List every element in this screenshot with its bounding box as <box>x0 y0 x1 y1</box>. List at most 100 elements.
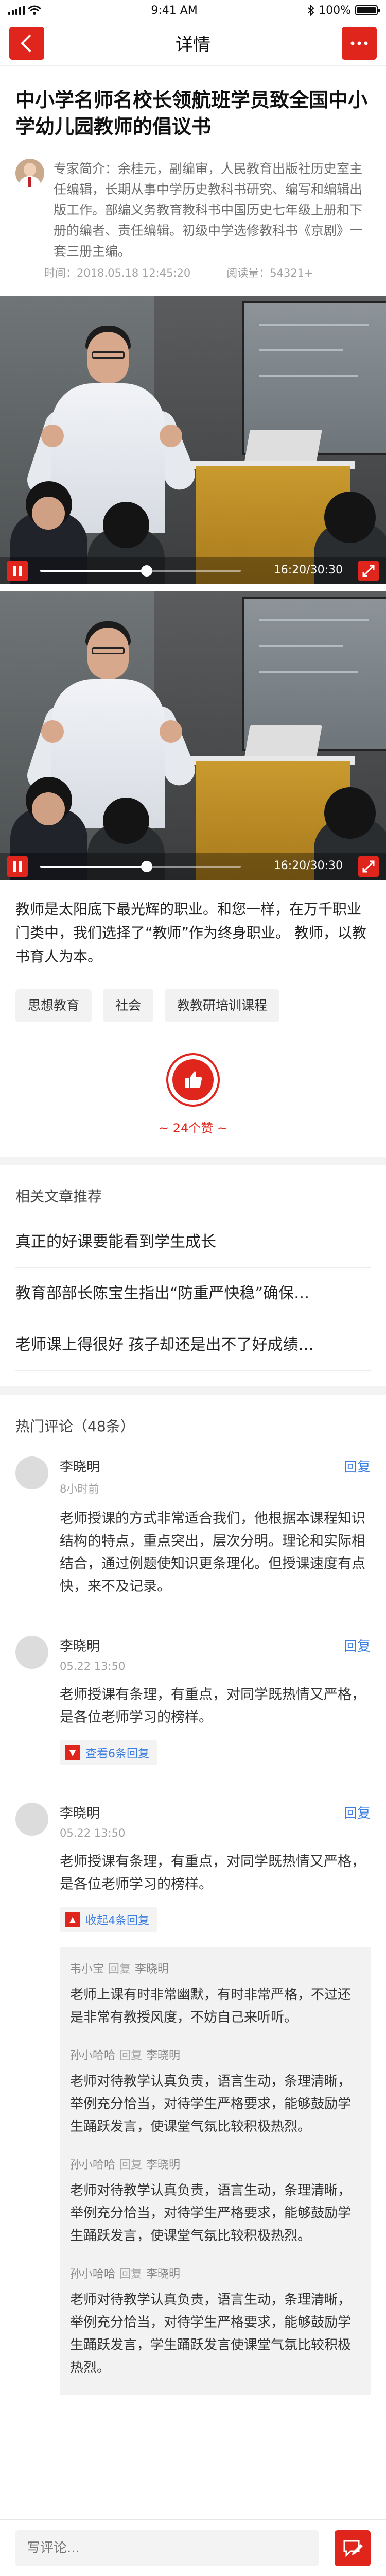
status-time: 9:41 AM <box>151 4 198 17</box>
reply-thread: 韦小宝 回复 李晓明 老师上课有时非常幽默，有时非常严格，不过还是非常有教授风度，不… <box>60 1947 371 2395</box>
article-title: 中小学名师名校长领航班学员致全国中小学幼儿园教师的倡议书 <box>15 89 368 138</box>
recommend-item[interactable]: 教育部部长陈宝生指出“防重严快稳”确保… <box>15 1268 371 1319</box>
fullscreen-button[interactable] <box>358 856 379 877</box>
reply-keyword: 回复 <box>119 2159 143 2172</box>
bluetooth-icon <box>308 5 314 16</box>
video-progress[interactable] <box>40 565 241 577</box>
nav-bar: 详情 <box>0 21 386 66</box>
comment-author: 李晓明 <box>60 1460 100 1475</box>
comment-item: 李晓明 05.22 13:50 回复 老师授课有条理，有重点，对同学既热情又严格… <box>0 1782 386 2411</box>
more-dots-icon <box>350 41 368 45</box>
avatar[interactable] <box>15 1803 48 1836</box>
page-title: 详情 <box>176 35 210 55</box>
like-section: ~ 24个赞 ~ <box>0 1053 386 1136</box>
video-player[interactable]: 16:20/30:30 <box>0 296 386 584</box>
read-count: 阅读量：54321+ <box>226 267 313 279</box>
reply-meta: 孙小哈哈 回复 李晓明 <box>70 2265 360 2281</box>
comment-input[interactable] <box>15 2530 319 2566</box>
reply-meta: 孙小哈哈 回复 李晓明 <box>70 2156 360 2172</box>
wifi-icon <box>28 5 41 15</box>
chevron-left-icon <box>21 34 31 53</box>
reply-item: 孙小哈哈 回复 李晓明 老师对待教学认真负责，语言生动，条理清晰，举例充分恰当，对待… <box>70 2156 360 2265</box>
expand-replies-label: 查看6条回复 <box>85 1748 149 1760</box>
comments-title: 热门评论（48条） <box>15 1418 135 1435</box>
reply-from[interactable]: 孙小哈哈 <box>70 2159 115 2172</box>
tag[interactable]: 思想教育 <box>15 989 92 1022</box>
reply-keyword: 回复 <box>108 1963 131 1976</box>
section-divider <box>0 1157 386 1165</box>
recommend-item[interactable]: 老师课上得很好 孩子却还是出不了好成绩… <box>15 1319 371 1371</box>
article-body: 教师是太阳底下最光辉的职业。和您一样，在万千职业门类中，我们选择了“教师”作为终… <box>15 901 366 965</box>
article-header: 中小学名师名校长领航班学员致全国中小学幼儿园教师的倡议书 专家简介：余桂元，副编… <box>0 87 386 280</box>
recommend-item[interactable]: 真正的好课要能看到学生成长 <box>15 1216 371 1268</box>
reply-item: 韦小宝 回复 李晓明 老师上课有时非常幽默，有时非常严格，不过还是非常有教授风度，不… <box>70 1960 360 2046</box>
reply-from[interactable]: 韦小宝 <box>70 1963 104 1976</box>
avatar[interactable] <box>15 1456 48 1489</box>
collapse-replies-label: 收起4条回复 <box>85 1914 149 1927</box>
comment-author: 李晓明 <box>60 1639 100 1654</box>
comment-bar <box>0 2519 386 2576</box>
reply-to[interactable]: 李晓明 <box>146 2268 180 2281</box>
pause-button[interactable] <box>7 561 28 581</box>
tag[interactable]: 教教研培训课程 <box>165 989 280 1022</box>
reply-text: 老师对待教学认真负责，语言生动，条理清晰，举例充分恰当，对待学生严格要求，能够鼓… <box>70 2183 352 2244</box>
signal-icon <box>8 6 25 15</box>
chevron-down-icon: ▼ <box>65 1745 80 1760</box>
reply-keyword: 回复 <box>119 2049 143 2062</box>
video-time: 16:20/30:30 <box>273 859 343 872</box>
author-info: 专家简介：余桂元，副编审，人民教育出版社历史室主任编辑，长期从事中学历史教科书研… <box>44 159 371 280</box>
tag-list: 思想教育 社会 教教研培训课程 <box>15 989 371 1022</box>
video-controls: 16:20/30:30 <box>0 557 386 584</box>
status-bar: 9:41 AM 100% <box>0 0 386 21</box>
battery-percent: 100% <box>319 4 351 17</box>
tag[interactable]: 社会 <box>103 989 154 1022</box>
comment-text: 老师授课有条理，有重点，对同学既热情又严格，是各位老师学习的榜样。 <box>60 1687 365 1725</box>
reply-keyword: 回复 <box>119 2268 143 2281</box>
comment-author: 李晓明 <box>60 1806 100 1821</box>
reply-to[interactable]: 李晓明 <box>146 2049 180 2062</box>
article-meta: 时间：2018.05.18 12:45:20 阅读量：54321+ <box>44 265 371 280</box>
comment-item: 李晓明 05.22 13:50 回复 老师授课有条理，有重点，对同学既热情又严格… <box>0 1615 386 1782</box>
reply-from[interactable]: 孙小哈哈 <box>70 2268 115 2281</box>
recommend-title: 相关文章推荐 <box>15 1188 102 1205</box>
reply-button[interactable]: 回复 <box>344 1456 371 1476</box>
comment-time: 05.22 13:50 <box>60 1827 126 1839</box>
more-button[interactable] <box>342 27 377 60</box>
video-progress[interactable] <box>40 861 241 872</box>
like-button[interactable] <box>166 1053 220 1107</box>
fullscreen-button[interactable] <box>358 561 379 581</box>
collapse-replies-button[interactable]: ▲ 收起4条回复 <box>60 1907 157 1932</box>
reply-meta: 孙小哈哈 回复 李晓明 <box>70 2046 360 2063</box>
pause-button[interactable] <box>7 856 28 877</box>
battery-icon <box>355 5 380 15</box>
comment-time: 8小时前 <box>60 1483 99 1495</box>
comment-text: 老师授课的方式非常适合我们，他根据本课程知识结构的特点，重点突出，层次分明。理论… <box>60 1511 365 1595</box>
fullscreen-icon <box>362 860 375 873</box>
chevron-up-icon: ▲ <box>65 1912 80 1927</box>
back-button[interactable] <box>9 27 44 60</box>
video-controls: 16:20/30:30 <box>0 853 386 880</box>
reply-text: 老师对待教学认真负责，语言生动，条理清晰，举例充分恰当，对待学生严格要求，能够鼓… <box>70 2292 352 2376</box>
reply-item: 孙小哈哈 回复 李晓明 老师对待教学认真负责，语言生动，条理清晰，举例充分恰当，对待… <box>70 2046 360 2156</box>
reply-button[interactable]: 回复 <box>344 1803 371 1822</box>
reply-meta: 韦小宝 回复 李晓明 <box>70 1960 360 1976</box>
section-divider <box>0 1386 386 1395</box>
author-block: 专家简介：余桂元，副编审，人民教育出版社历史室主任编辑，长期从事中学历史教科书研… <box>15 159 371 280</box>
reply-to[interactable]: 李晓明 <box>135 1963 169 1976</box>
status-left <box>8 5 41 15</box>
write-comment-button[interactable] <box>335 2530 371 2566</box>
video-time: 16:20/30:30 <box>273 564 343 577</box>
like-count: ~ 24个赞 ~ <box>158 1121 227 1136</box>
reply-to[interactable]: 李晓明 <box>146 2159 180 2172</box>
avatar[interactable] <box>15 1636 48 1669</box>
reply-button[interactable]: 回复 <box>344 1636 371 1655</box>
video-player[interactable]: 16:20/30:30 <box>0 591 386 880</box>
expand-replies-button[interactable]: ▼ 查看6条回复 <box>60 1740 157 1765</box>
status-right: 100% <box>307 4 380 17</box>
author-intro: 专家简介：余桂元，副编审，人民教育出版社历史室主任编辑，长期从事中学历史教科书研… <box>54 161 363 259</box>
edit-comment-icon <box>343 2540 363 2557</box>
reply-from[interactable]: 孙小哈哈 <box>70 2049 115 2062</box>
publish-time: 时间：2018.05.18 12:45:20 <box>44 267 191 279</box>
author-avatar[interactable] <box>15 159 44 188</box>
reply-text: 老师对待教学认真负责，语言生动，条理清晰，举例充分恰当，对待学生严格要求，能够鼓… <box>70 2074 352 2134</box>
